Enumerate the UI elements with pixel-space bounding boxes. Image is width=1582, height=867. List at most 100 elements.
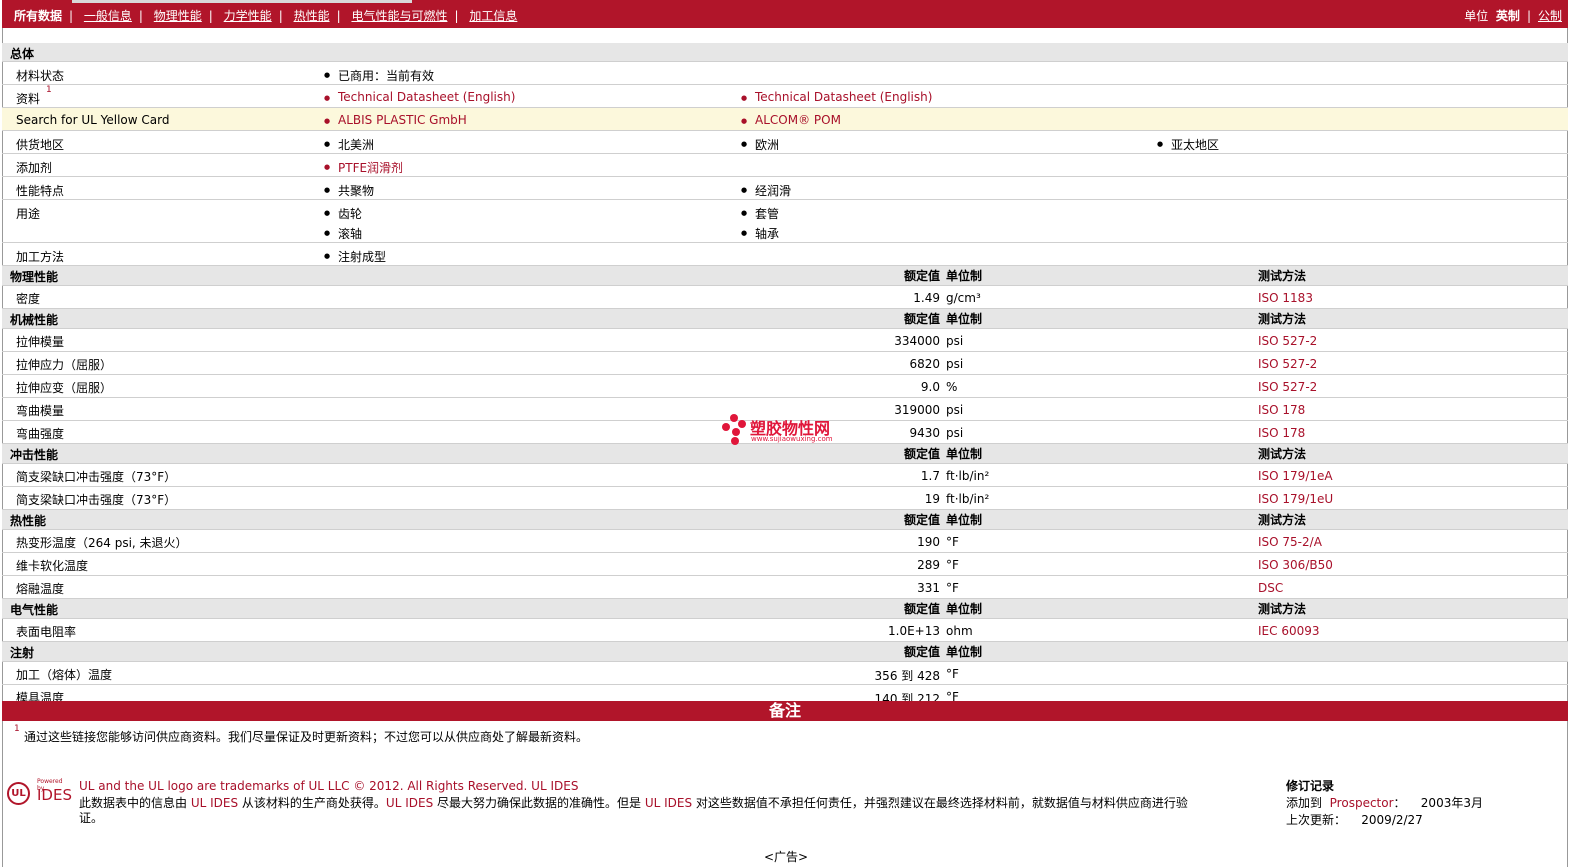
property-value: 9.0 (920, 380, 940, 394)
property-row: 表面电阻率 1.0E+13 ohm IEC 60093 (2, 619, 1568, 642)
property-unit: °F (946, 535, 959, 549)
test-method-link[interactable]: ISO 1183 (1258, 291, 1313, 305)
property-value: 1.0E+13 (888, 624, 940, 638)
note-text: 通过这些链接您能够访问供应商资料。我们尽量保证及时更新资料；不过您可以从供应商处… (24, 730, 589, 744)
col-header-unit: 单位制 (946, 513, 983, 527)
general-row: Search for UL Yellow Card ALBIS PLASTIC G… (2, 108, 1568, 131)
general-row: 材料状态 已商用：当前有效 (2, 62, 1568, 85)
property-label: 热变形温度（264 psi, 未退火） (16, 536, 188, 550)
property-unit: ft·lb/in² (946, 492, 990, 506)
test-method-link[interactable]: ISO 179/1eA (1258, 469, 1333, 483)
property-value: 334000 (894, 334, 940, 348)
property-label: 维卡软化温度 (16, 559, 89, 573)
general-row: 资料 1 Technical Datasheet (English) Technica… (2, 85, 1568, 108)
test-method-link[interactable]: DSC (1258, 581, 1283, 595)
tab-general-info[interactable]: 一般信息 (84, 9, 132, 23)
item-link[interactable]: PTFE润滑剂 (324, 159, 403, 176)
unit-metric[interactable]: 公制 (1538, 9, 1562, 23)
test-method-link[interactable]: ISO 178 (1258, 426, 1305, 440)
tab-all-data[interactable]: 所有数据 (14, 7, 62, 24)
property-label: 表面电阻率 (16, 625, 77, 639)
unit-label: 单位 (1464, 9, 1489, 23)
footer-disclaimer-end: 证。 (79, 811, 104, 825)
general-row: 供货地区 北美洲 欧洲 亚太地区 (2, 131, 1568, 154)
property-label: 拉伸应变（屈服） (16, 381, 113, 395)
test-method-link[interactable]: IEC 60093 (1258, 624, 1320, 638)
tab-thermal[interactable]: 热性能 (294, 9, 330, 23)
property-unit: % (946, 380, 958, 394)
item-value: 已商用：当前有效 (324, 67, 434, 84)
row-label: 性能特点 (16, 184, 65, 198)
col-header-method: 测试方法 (1258, 513, 1307, 527)
test-method-link[interactable]: ISO 75-2/A (1258, 535, 1322, 549)
property-value: 356 到 428 (874, 669, 940, 683)
top-nav-bar: 所有数据 | 一般信息 | 物理性能 | 力学性能 | 热性能 | 电气性能与可燃性 | 加… (2, 0, 1568, 28)
property-value: 1.49 (913, 291, 940, 305)
property-row: 拉伸模量 334000 psi ISO 527-2 (2, 329, 1568, 352)
property-row: 拉伸应变（屈服） 9.0% ISO 527-2 (2, 375, 1568, 398)
test-method-link[interactable]: ISO 527-2 (1258, 357, 1317, 371)
section-title: 冲击性能 (10, 448, 59, 462)
general-row: 加工方法 注射成型 (2, 243, 1568, 266)
revision-title: 修订记录 (1286, 779, 1335, 793)
section-general: 总体 (2, 43, 1568, 62)
property-value: 6820 (909, 357, 940, 371)
revision-added: 添加到 Prospector： 2003年3月 (1286, 796, 1483, 810)
row-label: 资料 (16, 92, 41, 106)
test-method-link[interactable]: ISO 306/B50 (1258, 558, 1333, 572)
unit-imperial[interactable]: 英制 (1496, 9, 1520, 23)
test-method-link[interactable]: ISO 178 (1258, 403, 1305, 417)
item-link[interactable]: Technical Datasheet (English) (324, 90, 515, 104)
nav-tab-strip (72, 0, 412, 3)
item-value: 欧洲 (741, 136, 779, 153)
footer-trademark[interactable]: UL and the UL logo are trademarks of UL … (79, 779, 578, 793)
col-header-method: 测试方法 (1258, 312, 1307, 326)
item-link[interactable]: ALCOM® POM (741, 113, 841, 127)
test-method-link[interactable]: ISO 527-2 (1258, 334, 1317, 348)
property-row: 熔融温度 331 °F DSC (2, 576, 1568, 599)
col-header-value: 额定值 (903, 645, 940, 659)
col-header-value: 额定值 (903, 602, 940, 616)
ad-label: <广告> (764, 850, 809, 864)
tab-mechanical[interactable]: 力学性能 (224, 9, 272, 23)
item-link[interactable]: Technical Datasheet (English) (741, 90, 932, 104)
row-label: Search for UL Yellow Card (16, 113, 170, 127)
property-value: 331 (917, 581, 940, 595)
property-row: 热变形温度（264 psi, 未退火） 190 °F ISO 75-2/A (2, 530, 1568, 553)
tab-processing[interactable]: 加工信息 (469, 9, 517, 23)
section-header: 电气性能 额定值 单位制 测试方法 (2, 599, 1568, 619)
property-row: 拉伸应力（屈服） 6820 psi ISO 527-2 (2, 352, 1568, 375)
col-header-method: 测试方法 (1258, 602, 1307, 616)
property-row: 简支梁缺口冲击强度（73°F） 1.7 ft·lb/in² ISO 179/1eA (2, 464, 1568, 487)
section-title: 机械性能 (10, 313, 59, 327)
prospector-link[interactable]: Prospector (1330, 796, 1394, 810)
section-header: 机械性能 额定值 单位制 测试方法 (2, 309, 1568, 329)
item-value: 亚太地区 (1157, 136, 1219, 153)
item-value: 经润滑 (741, 182, 791, 199)
tab-electrical[interactable]: 电气性能与可燃性 (351, 9, 447, 23)
property-label: 简支梁缺口冲击强度（73°F） (16, 470, 177, 484)
property-unit: psi (946, 357, 964, 371)
test-method-link[interactable]: ISO 527-2 (1258, 380, 1317, 394)
ul-ides-logo: UL Powered by IDES (7, 778, 72, 810)
nav-tabs: 所有数据 | 一般信息 | 物理性能 | 力学性能 | 热性能 | 电气性能与可燃性 | 加… (14, 7, 518, 24)
watermark: 塑胶物性网 www.sujiaowuxing.com (720, 413, 850, 445)
row-label: 供货地区 (16, 138, 65, 152)
col-header-unit: 单位制 (946, 312, 983, 326)
section-title: 物理性能 (10, 270, 59, 284)
property-unit: g/cm³ (946, 291, 981, 305)
property-value: 19 (924, 492, 940, 506)
item-value: 共聚物 (324, 182, 374, 199)
tab-physical[interactable]: 物理性能 (154, 9, 202, 23)
property-row: 加工（熔体）温度 356 到 428 °F (2, 662, 1568, 685)
unit-switch: 单位 英制 | 公制 (1464, 9, 1562, 23)
property-row: 密度 1.49 g/cm³ ISO 1183 (2, 286, 1568, 309)
property-unit: °F (946, 558, 959, 572)
item-link[interactable]: ALBIS PLASTIC GmbH (324, 113, 467, 127)
row-label: 用途 (16, 207, 41, 221)
property-label: 弯曲强度 (16, 427, 65, 441)
test-method-link[interactable]: ISO 179/1eU (1258, 492, 1333, 506)
property-unit: ohm (946, 624, 973, 638)
general-row: 用途 齿轮 套管滚轴 轴承 (2, 200, 1568, 243)
property-label: 密度 (16, 292, 41, 306)
